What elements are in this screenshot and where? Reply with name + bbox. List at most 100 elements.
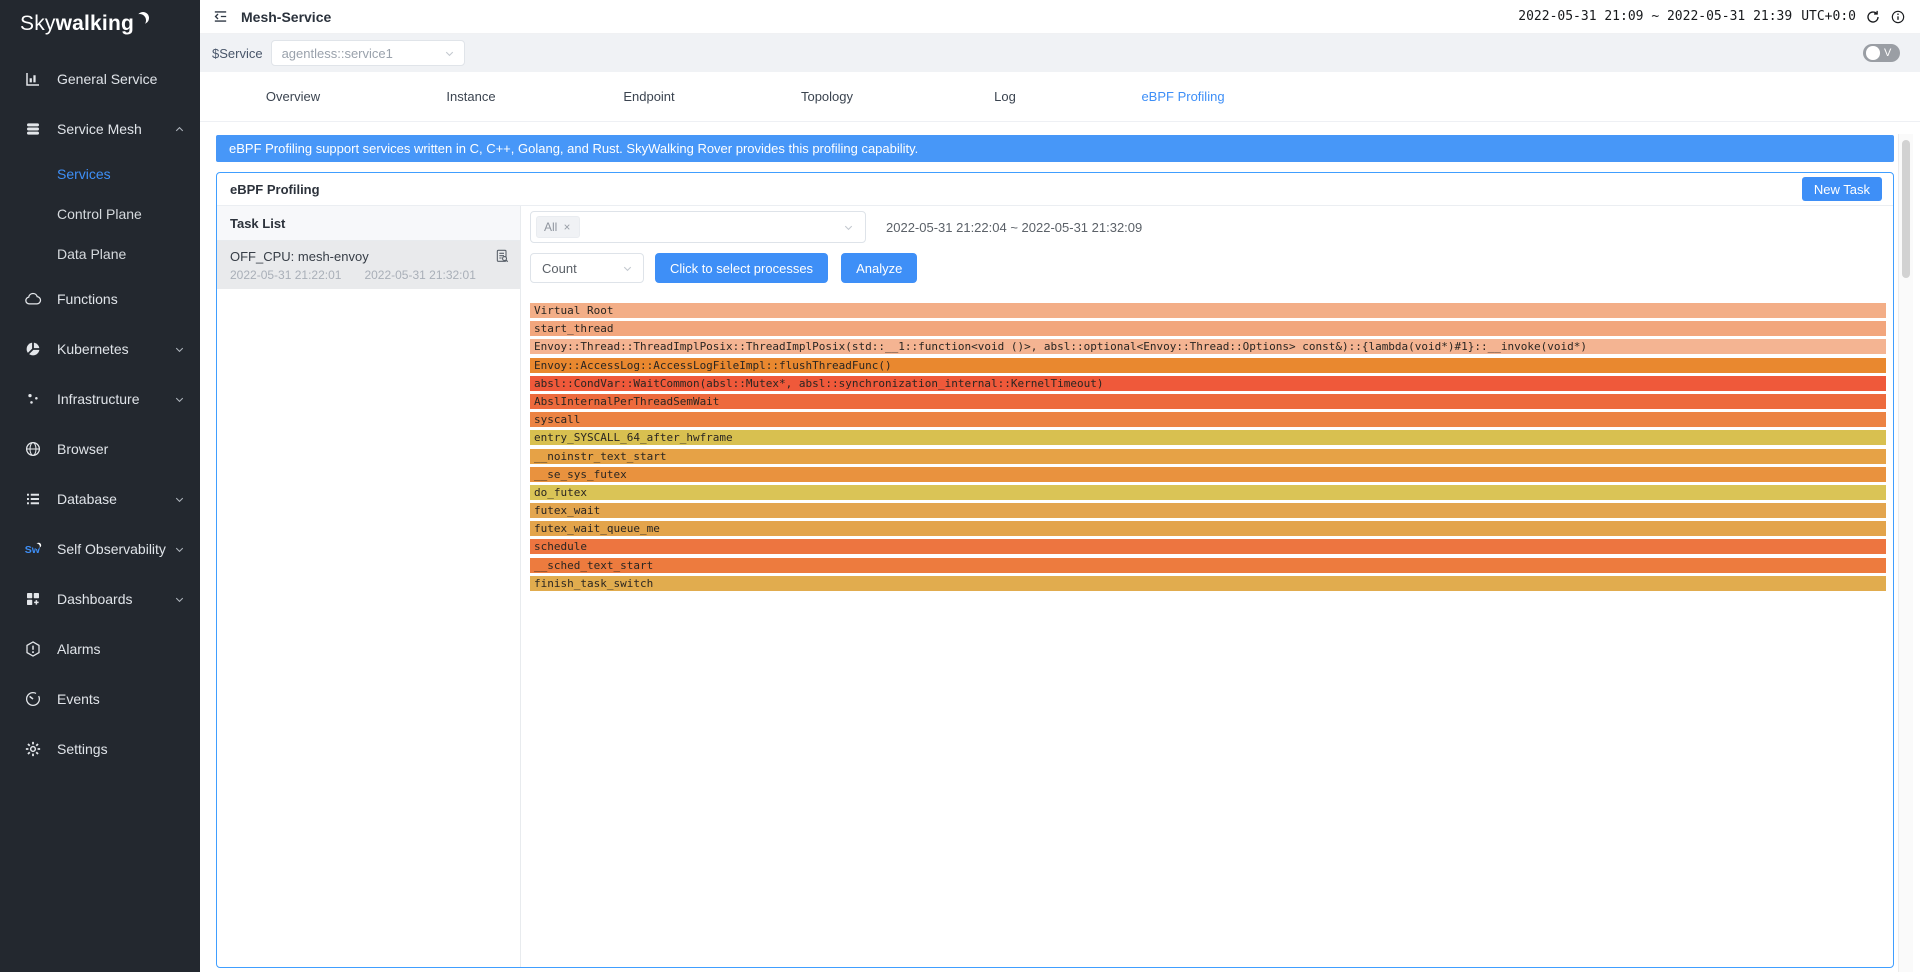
sidebar-item-label: General Service	[57, 71, 186, 87]
menu-fold-icon[interactable]	[212, 8, 229, 25]
task-list-header: Task List	[217, 206, 520, 241]
process-filter-select[interactable]: All	[530, 211, 866, 243]
service-select[interactable]: agentless::service1	[271, 40, 465, 66]
sidebar-item-label: Data Plane	[57, 246, 186, 262]
sidebar-item-label: Service Mesh	[57, 121, 173, 137]
chevron-down-icon	[173, 393, 186, 406]
sidebar-item-database[interactable]: Database	[0, 474, 200, 524]
panel-body: Task List OFF_CPU: mesh-envoy 2022-05-31…	[217, 206, 1893, 967]
sidebar-item-general-service[interactable]: General Service	[0, 54, 200, 104]
task-item-top: OFF_CPU: mesh-envoy	[230, 248, 510, 264]
sidebar: Skywalking General Service Service Mesh Se…	[0, 0, 200, 972]
sidebar-item-browser[interactable]: Browser	[0, 424, 200, 474]
sidebar-item-kubernetes[interactable]: Kubernetes	[0, 324, 200, 374]
flame-frame-futex-wait-queue-me[interactable]: futex_wait_queue_me	[530, 521, 1886, 536]
toggle-label: V	[1884, 47, 1891, 59]
aggregation-value: Count	[542, 261, 621, 276]
sidebar-item-data-plane[interactable]: Data Plane	[0, 234, 200, 274]
panel-header: eBPF Profiling New Task	[217, 173, 1893, 206]
toggle-knob	[1866, 46, 1880, 60]
crescent-moon-icon	[135, 10, 151, 26]
tag-label: All	[544, 220, 557, 234]
top-header: Mesh-Service 2022-05-31 21:09 ~ 2022-05-…	[200, 0, 1920, 34]
sidebar-item-label: Infrastructure	[57, 391, 173, 407]
sidebar-item-label: Database	[57, 491, 173, 507]
version-toggle[interactable]: V	[1863, 44, 1900, 62]
refresh-icon[interactable]	[1865, 9, 1881, 25]
sidebar-item-service-mesh[interactable]: Service Mesh	[0, 104, 200, 154]
chevron-down-icon	[173, 593, 186, 606]
sidebar-item-control-plane[interactable]: Control Plane	[0, 194, 200, 234]
chevron-up-icon	[173, 123, 186, 136]
sidebar-item-label: Self Observability	[57, 541, 173, 557]
task-dates: 2022-05-31 21:22:01 2022-05-31 21:32:01	[230, 268, 510, 282]
service-variable-label: $Service	[212, 46, 263, 61]
sidebar-item-events[interactable]: Events	[0, 674, 200, 724]
task-detail-icon[interactable]	[494, 248, 510, 264]
tab-log[interactable]: Log	[916, 89, 1094, 104]
flame-frame-absl-condvar-waitcommon-absl-mutex-absl-[interactable]: absl::CondVar::WaitCommon(absl::Mutex*, …	[530, 376, 1886, 391]
flame-frame-entry-syscall-64-after-hwframe[interactable]: entry_SYSCALL_64_after_hwframe	[530, 430, 1886, 445]
flame-frame-do-futex[interactable]: do_futex	[530, 485, 1886, 500]
flame-frame-futex-wait[interactable]: futex_wait	[530, 503, 1886, 518]
task-start-time: 2022-05-31 21:22:01	[230, 268, 341, 282]
tab-endpoint[interactable]: Endpoint	[560, 89, 738, 104]
process-filter-tag: All	[536, 216, 580, 238]
info-icon[interactable]	[1890, 9, 1906, 25]
chart-icon	[24, 70, 42, 88]
panel-title: eBPF Profiling	[230, 182, 1802, 197]
sidebar-item-label: Dashboards	[57, 591, 173, 607]
flame-frame-virtual-root[interactable]: Virtual Root	[530, 303, 1886, 318]
sidebar-item-infrastructure[interactable]: Infrastructure	[0, 374, 200, 424]
k8s-icon	[24, 340, 42, 358]
flame-frame-noinstr-text-start[interactable]: __noinstr_text_start	[530, 449, 1886, 464]
timezone-label: UTC+0:0	[1801, 9, 1856, 24]
tab-topology[interactable]: Topology	[738, 89, 916, 104]
flame-frame-envoy-thread-threadimplposix-threadimplp[interactable]: Envoy::Thread::ThreadImplPosix::ThreadIm…	[530, 339, 1886, 354]
flame-frame-abslinternalperthreadsemwait[interactable]: AbslInternalPerThreadSemWait	[530, 394, 1886, 409]
action-row: Count Click to select processes Analyze	[530, 253, 1886, 283]
flame-frame-syscall[interactable]: syscall	[530, 412, 1886, 427]
flame-frame-start-thread[interactable]: start_thread	[530, 321, 1886, 336]
sidebar-item-self-observability[interactable]: SwSelf Observability	[0, 524, 200, 574]
filter-row: All 2022-05-31 21:22:04 ~ 2022-05-31 21:…	[530, 211, 1886, 243]
sidebar-item-label: Events	[57, 691, 186, 707]
aggregation-select[interactable]: Count	[530, 253, 644, 283]
tab-ebpf-profiling[interactable]: eBPF Profiling	[1094, 89, 1272, 104]
tab-overview[interactable]: Overview	[204, 89, 382, 104]
select-processes-button[interactable]: Click to select processes	[655, 253, 828, 283]
task-time-range: 2022-05-31 21:22:04 ~ 2022-05-31 21:32:0…	[886, 220, 1142, 235]
sidebar-item-label: Kubernetes	[57, 341, 173, 357]
chevron-down-icon	[443, 47, 456, 60]
sidebar-item-functions[interactable]: Functions	[0, 274, 200, 324]
flame-frame-se-sys-futex[interactable]: __se_sys_futex	[530, 467, 1886, 482]
tag-remove-icon[interactable]	[562, 222, 572, 232]
flame-frame-sched-text-start[interactable]: __sched_text_start	[530, 558, 1886, 573]
sidebar-item-label: Services	[57, 166, 186, 182]
vertical-scrollbar[interactable]	[1898, 134, 1913, 972]
analyze-button[interactable]: Analyze	[841, 253, 917, 283]
flame-frame-schedule[interactable]: schedule	[530, 539, 1886, 554]
tab-instance[interactable]: Instance	[382, 89, 560, 104]
gear-icon	[24, 740, 42, 758]
layers-icon	[24, 120, 42, 138]
skywalking-logo[interactable]: Skywalking	[0, 0, 200, 54]
flame-frame-finish-task-switch[interactable]: finish_task_switch	[530, 576, 1886, 591]
alarm-icon	[24, 640, 42, 658]
task-list-item[interactable]: OFF_CPU: mesh-envoy 2022-05-31 21:22:01 …	[217, 241, 520, 289]
sidebar-item-label: Control Plane	[57, 206, 186, 222]
sidebar-item-settings[interactable]: Settings	[0, 724, 200, 774]
analysis-column: All 2022-05-31 21:22:04 ~ 2022-05-31 21:…	[521, 206, 1893, 967]
sidebar-item-alarms[interactable]: Alarms	[0, 624, 200, 674]
sidebar-item-dashboards[interactable]: Dashboards	[0, 574, 200, 624]
page-title: Mesh-Service	[241, 9, 331, 25]
flame-frame-envoy-accesslog-accesslogfileimpl-flusht[interactable]: Envoy::AccessLog::AccessLogFileImpl::flu…	[530, 358, 1886, 373]
sidebar-item-services[interactable]: Services	[0, 154, 200, 194]
service-select-value: agentless::service1	[282, 46, 443, 61]
new-task-button[interactable]: New Task	[1802, 177, 1882, 201]
ebpf-info-banner: eBPF Profiling support services written …	[216, 135, 1894, 162]
scrollbar-thumb[interactable]	[1902, 140, 1910, 278]
task-name: OFF_CPU: mesh-envoy	[230, 249, 494, 264]
sidebar-item-label: Alarms	[57, 641, 186, 657]
sidebar-item-label: Settings	[57, 741, 186, 757]
